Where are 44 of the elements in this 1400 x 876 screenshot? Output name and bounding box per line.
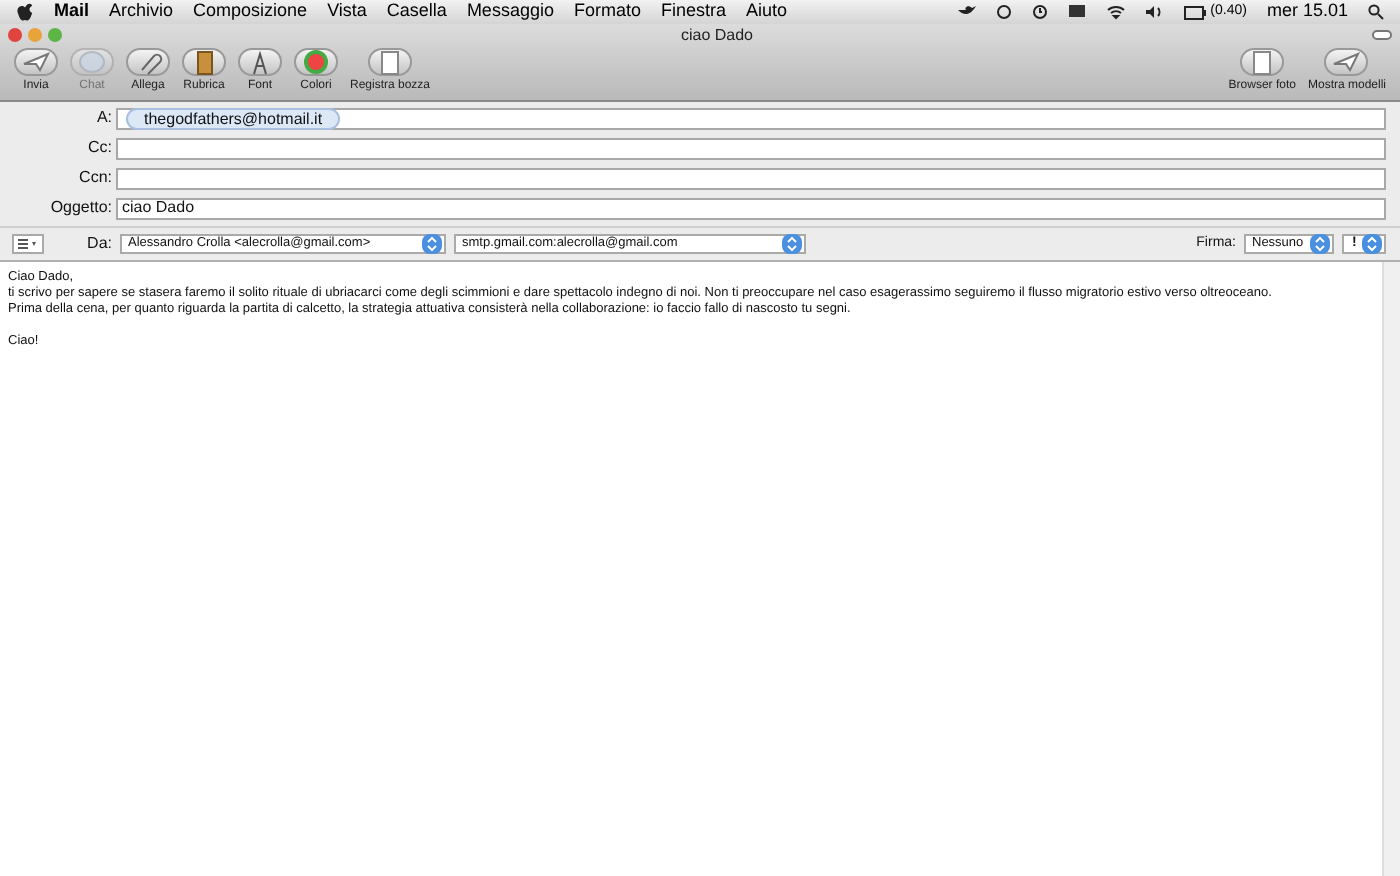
stepper-icon: [1310, 234, 1330, 254]
subject-field[interactable]: ciao Dado: [116, 197, 1386, 219]
field-label: A:: [94, 106, 114, 130]
menu-item[interactable]: Composizione: [193, 0, 308, 26]
sync-icon[interactable]: [996, 4, 1013, 20]
bcc-field[interactable]: [116, 167, 1386, 189]
menu-item[interactable]: Archivio: [109, 0, 174, 26]
color-wheel-icon: [294, 48, 338, 76]
menu-item[interactable]: Formato: [573, 0, 641, 26]
menu-item[interactable]: Casella: [386, 0, 447, 26]
display-icon[interactable]: [1068, 4, 1087, 20]
menu-item[interactable]: Vista: [327, 0, 367, 26]
field-label: Da:: [85, 232, 112, 256]
field-label: Oggetto:: [48, 196, 114, 220]
recipient-token[interactable]: thegodfathers@hotmail.it: [126, 107, 341, 129]
app-menu[interactable]: Mail: [54, 0, 90, 26]
speaker-icon[interactable]: [1146, 4, 1165, 20]
to-field[interactable]: thegodfathers@hotmail.it: [116, 107, 1386, 129]
send-icon: [14, 48, 58, 76]
close-button[interactable]: [8, 28, 22, 42]
wifi-icon[interactable]: [1106, 4, 1127, 20]
menu-item[interactable]: Finestra: [660, 0, 726, 26]
apple-icon[interactable]: [16, 2, 34, 22]
search-icon[interactable]: [1368, 4, 1384, 20]
toolbar-toggle-button[interactable]: [1372, 30, 1392, 40]
menu-item[interactable]: Aiuto: [746, 0, 788, 26]
chat-bubble-icon: [70, 48, 114, 76]
clock-icon[interactable]: [1032, 4, 1049, 20]
document-icon: [368, 48, 413, 76]
field-label: Ccn:: [77, 166, 114, 190]
font-icon: [238, 48, 282, 76]
field-label: Cc:: [86, 136, 114, 160]
cc-field[interactable]: [116, 137, 1386, 159]
bird-icon[interactable]: [958, 4, 977, 20]
stepper-icon: [782, 234, 802, 254]
stepper-icon: [422, 234, 442, 254]
battery-icon[interactable]: [1184, 5, 1207, 19]
stepper-icon: [1362, 234, 1382, 254]
menu-item[interactable]: Messaggio: [466, 0, 554, 26]
menu-clock[interactable]: mer 15.01: [1266, 0, 1348, 26]
window-title: ciao Dado: [678, 23, 756, 47]
list-icon: [18, 238, 38, 250]
header-options-button[interactable]: [12, 234, 44, 254]
paperclip-icon: [126, 48, 170, 76]
